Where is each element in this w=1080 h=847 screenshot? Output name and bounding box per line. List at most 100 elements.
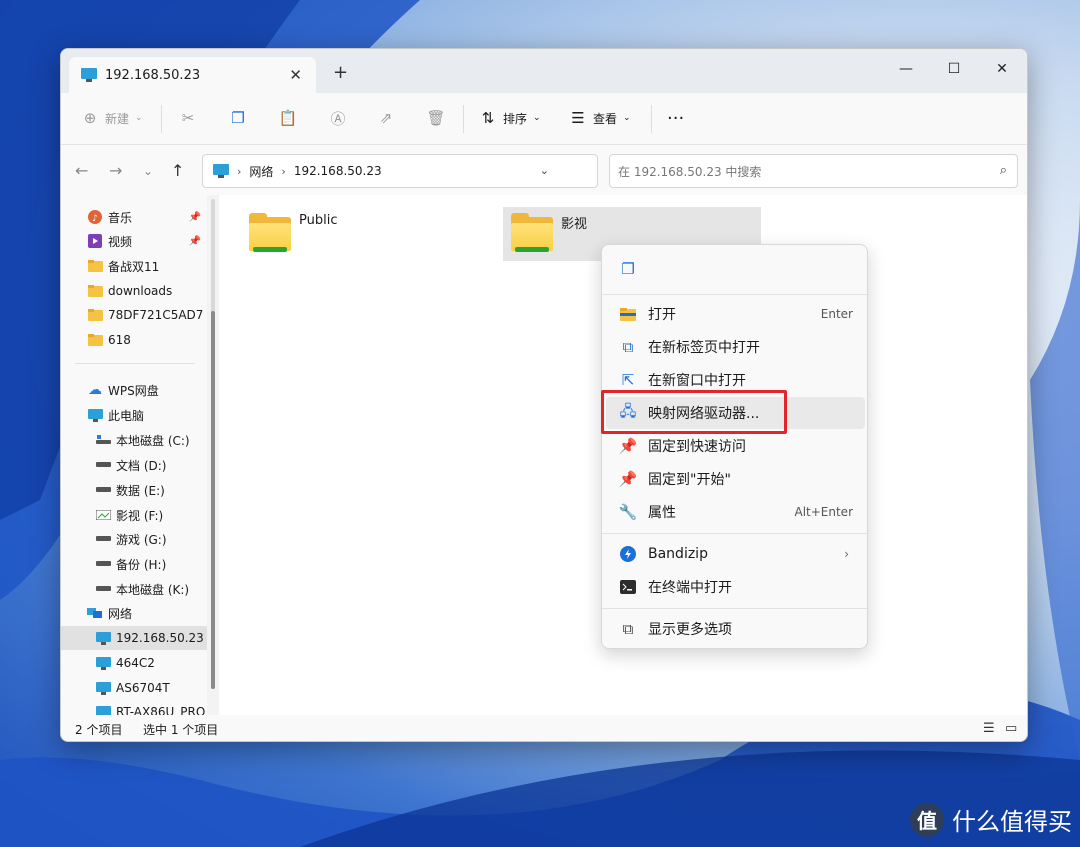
forward-button[interactable]: → [109, 161, 122, 180]
monitor-icon [95, 655, 111, 671]
sidebar-item-videos[interactable]: 视频 📌 [61, 229, 207, 253]
address-bar[interactable]: › 网络 › 192.168.50.23 ⌄ ↻ [202, 154, 633, 188]
drive-icon [95, 457, 111, 473]
paste-button[interactable]: 📋 [279, 105, 298, 131]
pin-start-icon: 📌 [618, 470, 638, 488]
menu-item-label: 打开 [648, 307, 676, 323]
sidebar-item-label: 备份 (H:) [116, 557, 167, 572]
new-tab-button[interactable]: + [333, 62, 348, 83]
watermark: 值 什么值得买 [910, 802, 1072, 837]
trash-icon: 🗑 [426, 109, 446, 127]
tab-network-host[interactable]: 192.168.50.23 ✕ [69, 57, 316, 93]
monitor-icon [213, 164, 229, 178]
sidebar-item-label: 464C2 [116, 656, 155, 670]
sidebar-item-folder[interactable]: 618 [61, 328, 207, 352]
folder-item-public[interactable]: Public [247, 209, 507, 261]
menu-item-label: 显示更多选项 [648, 622, 732, 638]
sidebar-item-network[interactable]: 网络 [61, 601, 207, 625]
more-options-button[interactable]: ··· [667, 105, 684, 131]
monitor-icon [95, 680, 111, 696]
sidebar-divider [75, 363, 195, 364]
details-view-icon[interactable]: ☰ [983, 721, 995, 736]
folder-icon [87, 332, 103, 348]
search-box[interactable]: 在 192.168.50.23 中搜索 ⌕ [609, 154, 1018, 188]
tab-title: 192.168.50.23 [105, 67, 201, 83]
search-placeholder: 在 192.168.50.23 中搜索 [618, 164, 762, 179]
close-window-button[interactable]: ✕ [979, 55, 1025, 83]
cloud-icon: ☁ [88, 382, 102, 398]
sidebar-item-folder[interactable]: downloads [61, 279, 207, 303]
new-window-icon: ⇱ [621, 371, 635, 389]
sidebar-item-drive-e[interactable]: 数据 (E:) [61, 478, 207, 502]
menu-item-properties[interactable]: 🔧 属性 Alt+Enter [606, 496, 865, 528]
sidebar-item-host-192-168-50-23[interactable]: 192.168.50.23 [61, 626, 207, 650]
sidebar-item-music[interactable]: ♪ 音乐 📌 [61, 205, 207, 229]
up-button[interactable]: ↑ [171, 161, 184, 180]
breadcrumb-separator: › [237, 164, 242, 178]
breadcrumb-host[interactable]: 192.168.50.23 [294, 164, 382, 178]
delete-button[interactable]: 🗑 [426, 105, 446, 131]
menu-item-label: 在新标签页中打开 [648, 340, 760, 356]
new-button[interactable]: ⊕ 新建 ⌄ [81, 105, 143, 131]
rename-icon: Ⓐ [330, 109, 346, 128]
sidebar-item-this-pc[interactable]: 此电脑 [61, 403, 207, 427]
sidebar-item-drive-g[interactable]: 游戏 (G:) [61, 527, 207, 551]
breadcrumb-network[interactable]: 网络 [249, 163, 273, 180]
maximize-button[interactable]: ☐ [931, 55, 977, 83]
chevron-down-icon: ⌄ [135, 113, 143, 123]
sidebar-item-drive-c[interactable]: 本地磁盘 (C:) [61, 428, 207, 452]
sidebar-item-label: 此电脑 [108, 408, 145, 423]
view-button[interactable]: ☰ 查看 ⌄ [569, 105, 630, 131]
menu-item-open-terminal[interactable]: 在终端中打开 [606, 571, 865, 603]
command-bar: ⊕ 新建 ⌄ ✂ ❐ 📋 Ⓐ ⇗ 🗑 ⇅ 排序 ⌄ ☰ 查看 ⌄ ··· [61, 93, 1027, 145]
recent-locations-button[interactable]: ⌄ [143, 164, 153, 178]
menu-shortcut: Enter [820, 307, 853, 321]
sidebar-item-host-rt-ax86u[interactable]: RT-AX86U_PRO [61, 700, 207, 715]
sidebar-item-drive-h[interactable]: 备份 (H:) [61, 552, 207, 576]
sidebar-item-drive-d[interactable]: 文档 (D:) [61, 453, 207, 477]
cut-button[interactable]: ✂ [179, 105, 197, 131]
menu-item-pin-start[interactable]: 📌 固定到"开始" [606, 463, 865, 495]
copy-button[interactable]: ❐ [229, 105, 247, 131]
more-options-icon: ⧉ [622, 620, 634, 638]
sidebar-item-label: 视频 [108, 234, 133, 249]
sort-button[interactable]: ⇅ 排序 ⌄ [479, 105, 541, 131]
sidebar-item-host-as6704t[interactable]: AS6704T [61, 676, 207, 700]
sidebar-item-folder[interactable]: 78DF721C5AD7 [61, 303, 207, 327]
sidebar-item-label: 本地磁盘 (K:) [116, 582, 190, 597]
menu-item-open[interactable]: 打开 Enter [606, 298, 865, 330]
sidebar-item-host-464c2[interactable]: 464C2 [61, 651, 207, 675]
sidebar-item-drive-k[interactable]: 本地磁盘 (K:) [61, 577, 207, 601]
address-history-dropdown-icon[interactable]: ⌄ [540, 164, 549, 177]
sidebar-item-label: RT-AX86U_PRO [116, 705, 206, 715]
menu-item-open-new-tab[interactable]: ⧉ 在新标签页中打开 [606, 331, 865, 363]
wrench-icon: 🔧 [618, 503, 638, 521]
search-icon[interactable]: ⌕ [1000, 163, 1007, 178]
back-button[interactable]: ← [75, 161, 88, 180]
network-icon [87, 605, 103, 621]
rename-button[interactable]: Ⓐ [329, 105, 347, 131]
tiles-view-icon[interactable]: ▭ [1005, 721, 1017, 736]
folder-name: 影视 [561, 217, 588, 232]
monitor-icon [81, 68, 97, 82]
menu-item-bandizip[interactable]: Bandizip › [606, 538, 865, 570]
sidebar-item-folder[interactable]: 备战双11 [61, 254, 207, 278]
close-tab-icon[interactable]: ✕ [289, 66, 302, 84]
monitor-icon [95, 704, 111, 715]
network-folder-icon [247, 213, 293, 255]
title-bar: 192.168.50.23 ✕ + — ☐ ✕ [61, 49, 1027, 93]
chevron-down-icon: ⌄ [533, 113, 541, 123]
folder-icon [87, 307, 103, 323]
sort-icon: ⇅ [481, 109, 495, 127]
sidebar-item-label: 影视 (F:) [116, 508, 164, 523]
minimize-button[interactable]: — [883, 55, 929, 83]
sidebar-item-drive-f[interactable]: 影视 (F:) [61, 503, 207, 527]
sidebar-item-label: 数据 (E:) [116, 483, 165, 498]
sidebar-scrollbar-thumb[interactable] [211, 311, 215, 689]
sidebar-item-wps[interactable]: ☁ WPS网盘 [61, 378, 207, 402]
menu-item-pin-quick-access[interactable]: 📌 固定到快速访问 [606, 430, 865, 462]
menu-item-show-more-options[interactable]: ⧉ 显示更多选项 [606, 613, 865, 645]
status-bar: 2 个项目 选中 1 个项目 ☰ ▭ [61, 715, 1027, 741]
share-button[interactable]: ⇗ [377, 105, 395, 131]
copy-action-button[interactable]: ❐ [606, 253, 865, 285]
